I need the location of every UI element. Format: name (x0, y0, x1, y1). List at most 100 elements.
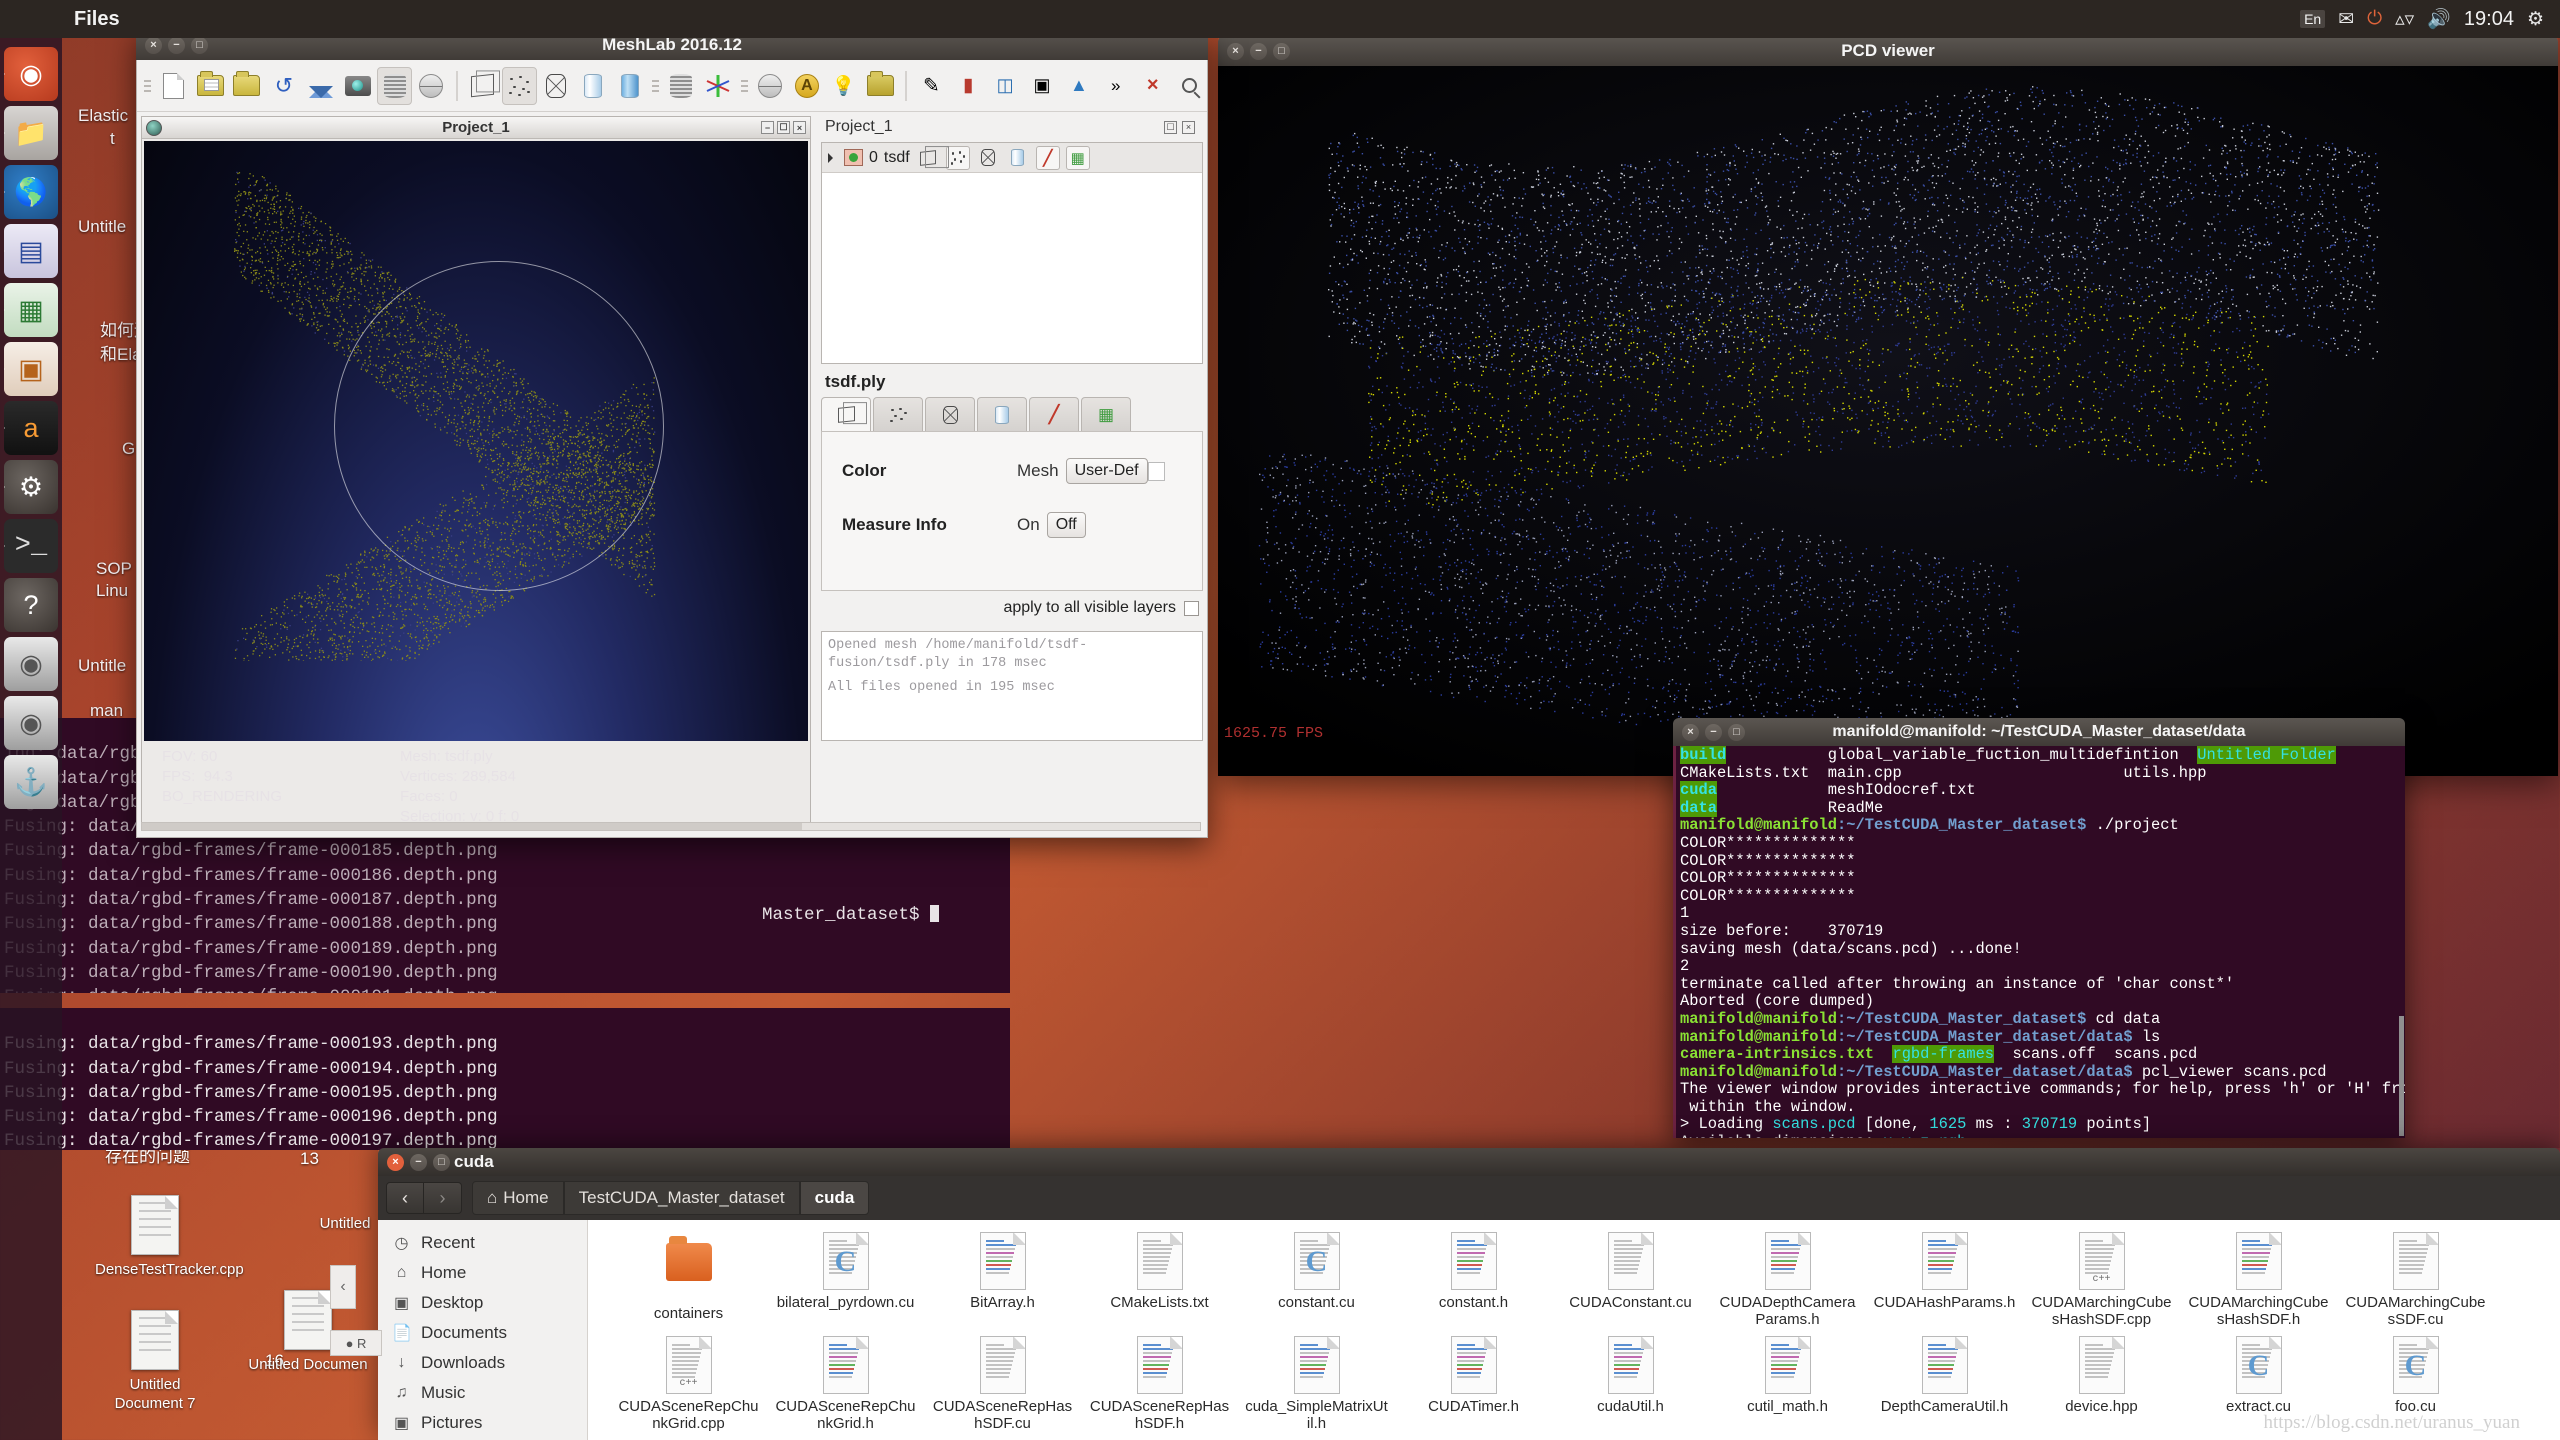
file-manager-content[interactable]: containers Cbilateral_pyrdown.cu BitArray.… (588, 1220, 2560, 1440)
launcher-item-settings[interactable]: ⚙ (4, 460, 58, 514)
pcd-titlebar[interactable]: × − □ PCD viewer (1218, 36, 2558, 66)
minimize-icon[interactable]: − (410, 1153, 427, 1171)
file-item[interactable]: CMakeLists.txt (1081, 1232, 1238, 1328)
maximize-icon[interactable]: □ (191, 36, 208, 54)
launcher-item-amazon[interactable]: a (4, 401, 58, 455)
file-item[interactable]: CUDAMarchingCubesSDF.cu (2337, 1232, 2494, 1328)
terminal-right-titlebar[interactable]: × − □ manifold@manifold: ~/TestCUDA_Mast… (1673, 718, 2405, 746)
pcd-canvas[interactable]: 1625.75 FPS (1218, 66, 2558, 776)
sidebar-item-music[interactable]: ♫ Music (378, 1378, 587, 1408)
wireframe-tab[interactable] (925, 397, 975, 431)
file-item[interactable]: c++ CUDASceneRepChunkGrid.cpp (610, 1336, 767, 1432)
sidebar-collapse-button[interactable]: ‹ (330, 1265, 356, 1309)
close-icon[interactable]: × (387, 1153, 404, 1171)
sidebar-item-recent[interactable]: ◷ Recent (378, 1228, 587, 1258)
file-item[interactable]: cuda_SimpleMatrixUtil.h (1238, 1336, 1395, 1432)
user-def-button[interactable]: User-Def (1065, 458, 1148, 484)
launcher-item-disk-2[interactable]: ◉ (4, 696, 58, 750)
pencil-icon[interactable]: ✎ (914, 67, 949, 105)
terminal-scrollbar[interactable] (2399, 1016, 2404, 1136)
mail-icon[interactable]: ✉ (2338, 8, 2354, 31)
file-item[interactable]: CUDASceneRepHashSDF.h (1081, 1336, 1238, 1432)
expand-triangle-icon[interactable] (828, 152, 838, 163)
toolbar-grip-3[interactable] (740, 71, 748, 101)
file-item[interactable]: CUDASceneRepHashSDF.cu (924, 1336, 1081, 1432)
clock[interactable]: 19:04 (2464, 8, 2514, 31)
texture-icon[interactable] (664, 67, 699, 105)
file-item[interactable]: CUDADepthCameraParams.h (1709, 1232, 1866, 1328)
snapshot-icon[interactable] (340, 67, 375, 105)
trackball-manipulator[interactable] (334, 261, 664, 591)
apply-all-checkbox[interactable] (1184, 600, 1199, 616)
axes-icon[interactable] (701, 67, 736, 105)
color-icon[interactable]: ▣ (1025, 67, 1060, 105)
layer-row[interactable]: 0 tsdf ╱ ▦ (822, 143, 1202, 173)
meshlab-log[interactable]: Opened mesh /home/manifold/tsdf-fusion/t… (821, 631, 1203, 741)
render-subwindow-titlebar[interactable]: Project_1 − ☐ × (142, 117, 810, 139)
launcher-item-terminal[interactable]: >_ (4, 519, 58, 573)
launcher-item-writer[interactable]: ▤ (4, 224, 58, 278)
color-tab[interactable]: ▦ (1081, 397, 1131, 431)
file-item[interactable]: Cbilateral_pyrdown.cu (767, 1232, 924, 1328)
maximize-icon[interactable]: □ (433, 1153, 450, 1171)
file-item[interactable]: constant.h (1395, 1232, 1552, 1328)
breadcrumb-cuda[interactable]: cuda (799, 1181, 870, 1215)
launcher-item-help[interactable]: ? (4, 578, 58, 632)
volume-icon[interactable]: 🔊 (2427, 7, 2451, 31)
terminal-left-output-lower[interactable]: Fusing: data/rgbd-frames/frame-000193.de… (0, 1008, 1010, 1150)
maximize-icon[interactable]: □ (1728, 723, 1745, 741)
color-swatch[interactable] (1147, 461, 1165, 481)
layers-icon[interactable] (377, 66, 412, 105)
visibility-toggle-icon[interactable] (844, 149, 863, 166)
layer-list[interactable]: 0 tsdf ╱ ▦ (821, 142, 1203, 364)
measure-icon[interactable]: ◫ (988, 67, 1023, 105)
file-item[interactable]: containers (610, 1232, 767, 1328)
delete-icon[interactable]: × (1135, 67, 1170, 105)
minimize-icon[interactable]: − (1250, 42, 1267, 60)
gear-icon[interactable]: ⚙ (2527, 8, 2544, 31)
file-item[interactable]: DepthCameraUtil.h (1866, 1336, 2023, 1432)
flat-icon[interactable] (1006, 146, 1030, 170)
file-item[interactable]: CUDASceneRepChunkGrid.h (767, 1336, 924, 1432)
light-icon[interactable]: 💡 (826, 67, 861, 105)
file-item[interactable]: Cconstant.cu (1238, 1232, 1395, 1328)
file-item[interactable]: c++ CUDAMarchingCubesHashSDF.cpp (2023, 1232, 2180, 1328)
file-item[interactable]: cutil_math.h (1709, 1336, 1866, 1432)
bbox-icon[interactable] (465, 67, 500, 105)
texture-icon[interactable]: ╱ (1035, 145, 1060, 170)
launcher-item-firefox[interactable]: 🌎 (4, 165, 58, 219)
file-item[interactable]: cudaUtil.h (1552, 1336, 1709, 1432)
launcher-item-ubuntu-dash[interactable]: ◉ (4, 47, 58, 101)
active-app-title[interactable]: Files (74, 8, 120, 31)
launcher-item-calc[interactable]: ▦ (4, 283, 58, 337)
sidebar-item-home[interactable]: ⌂ Home (378, 1258, 587, 1288)
launcher-item-files[interactable]: 📁 (4, 106, 58, 160)
back-button[interactable]: ‹ (386, 1182, 424, 1214)
sphere-icon[interactable] (753, 67, 788, 105)
close-icon[interactable]: × (1682, 723, 1699, 741)
network-icon[interactable]: ▵▿ (2395, 8, 2414, 31)
float-icon[interactable]: ☐ (1164, 120, 1177, 134)
brush-icon[interactable]: ▮ (951, 67, 986, 105)
globe-icon[interactable] (414, 67, 449, 105)
toolbar-grip[interactable] (144, 71, 151, 101)
maximize-icon[interactable]: □ (1273, 42, 1290, 60)
file-manager-titlebar[interactable]: × − □ cuda (378, 1148, 2560, 1176)
file-item[interactable]: CUDATimer.h (1395, 1336, 1552, 1432)
texture-tab[interactable]: ╱ (1029, 397, 1079, 431)
close-icon[interactable]: × (1227, 42, 1244, 60)
flat-icon[interactable] (575, 67, 610, 105)
close-icon[interactable]: × (1182, 120, 1195, 134)
new-document-icon[interactable] (156, 67, 191, 105)
close-icon[interactable]: × (145, 36, 162, 54)
wireframe-icon[interactable] (976, 146, 1000, 170)
file-item[interactable]: BitArray.h (924, 1232, 1081, 1328)
launcher-item-impress[interactable]: ▣ (4, 342, 58, 396)
info-icon[interactable]: A (789, 67, 824, 105)
search-icon[interactable] (1172, 67, 1207, 105)
file-item[interactable]: CUDAMarchingCubesHashSDF.h (2180, 1232, 2337, 1328)
chart-icon[interactable]: ▲ (1061, 67, 1096, 105)
measure-info-off-button[interactable]: Off (1046, 512, 1086, 538)
minimize-icon[interactable]: − (1705, 723, 1722, 741)
keyboard-layout-badge[interactable]: En (2300, 10, 2326, 28)
